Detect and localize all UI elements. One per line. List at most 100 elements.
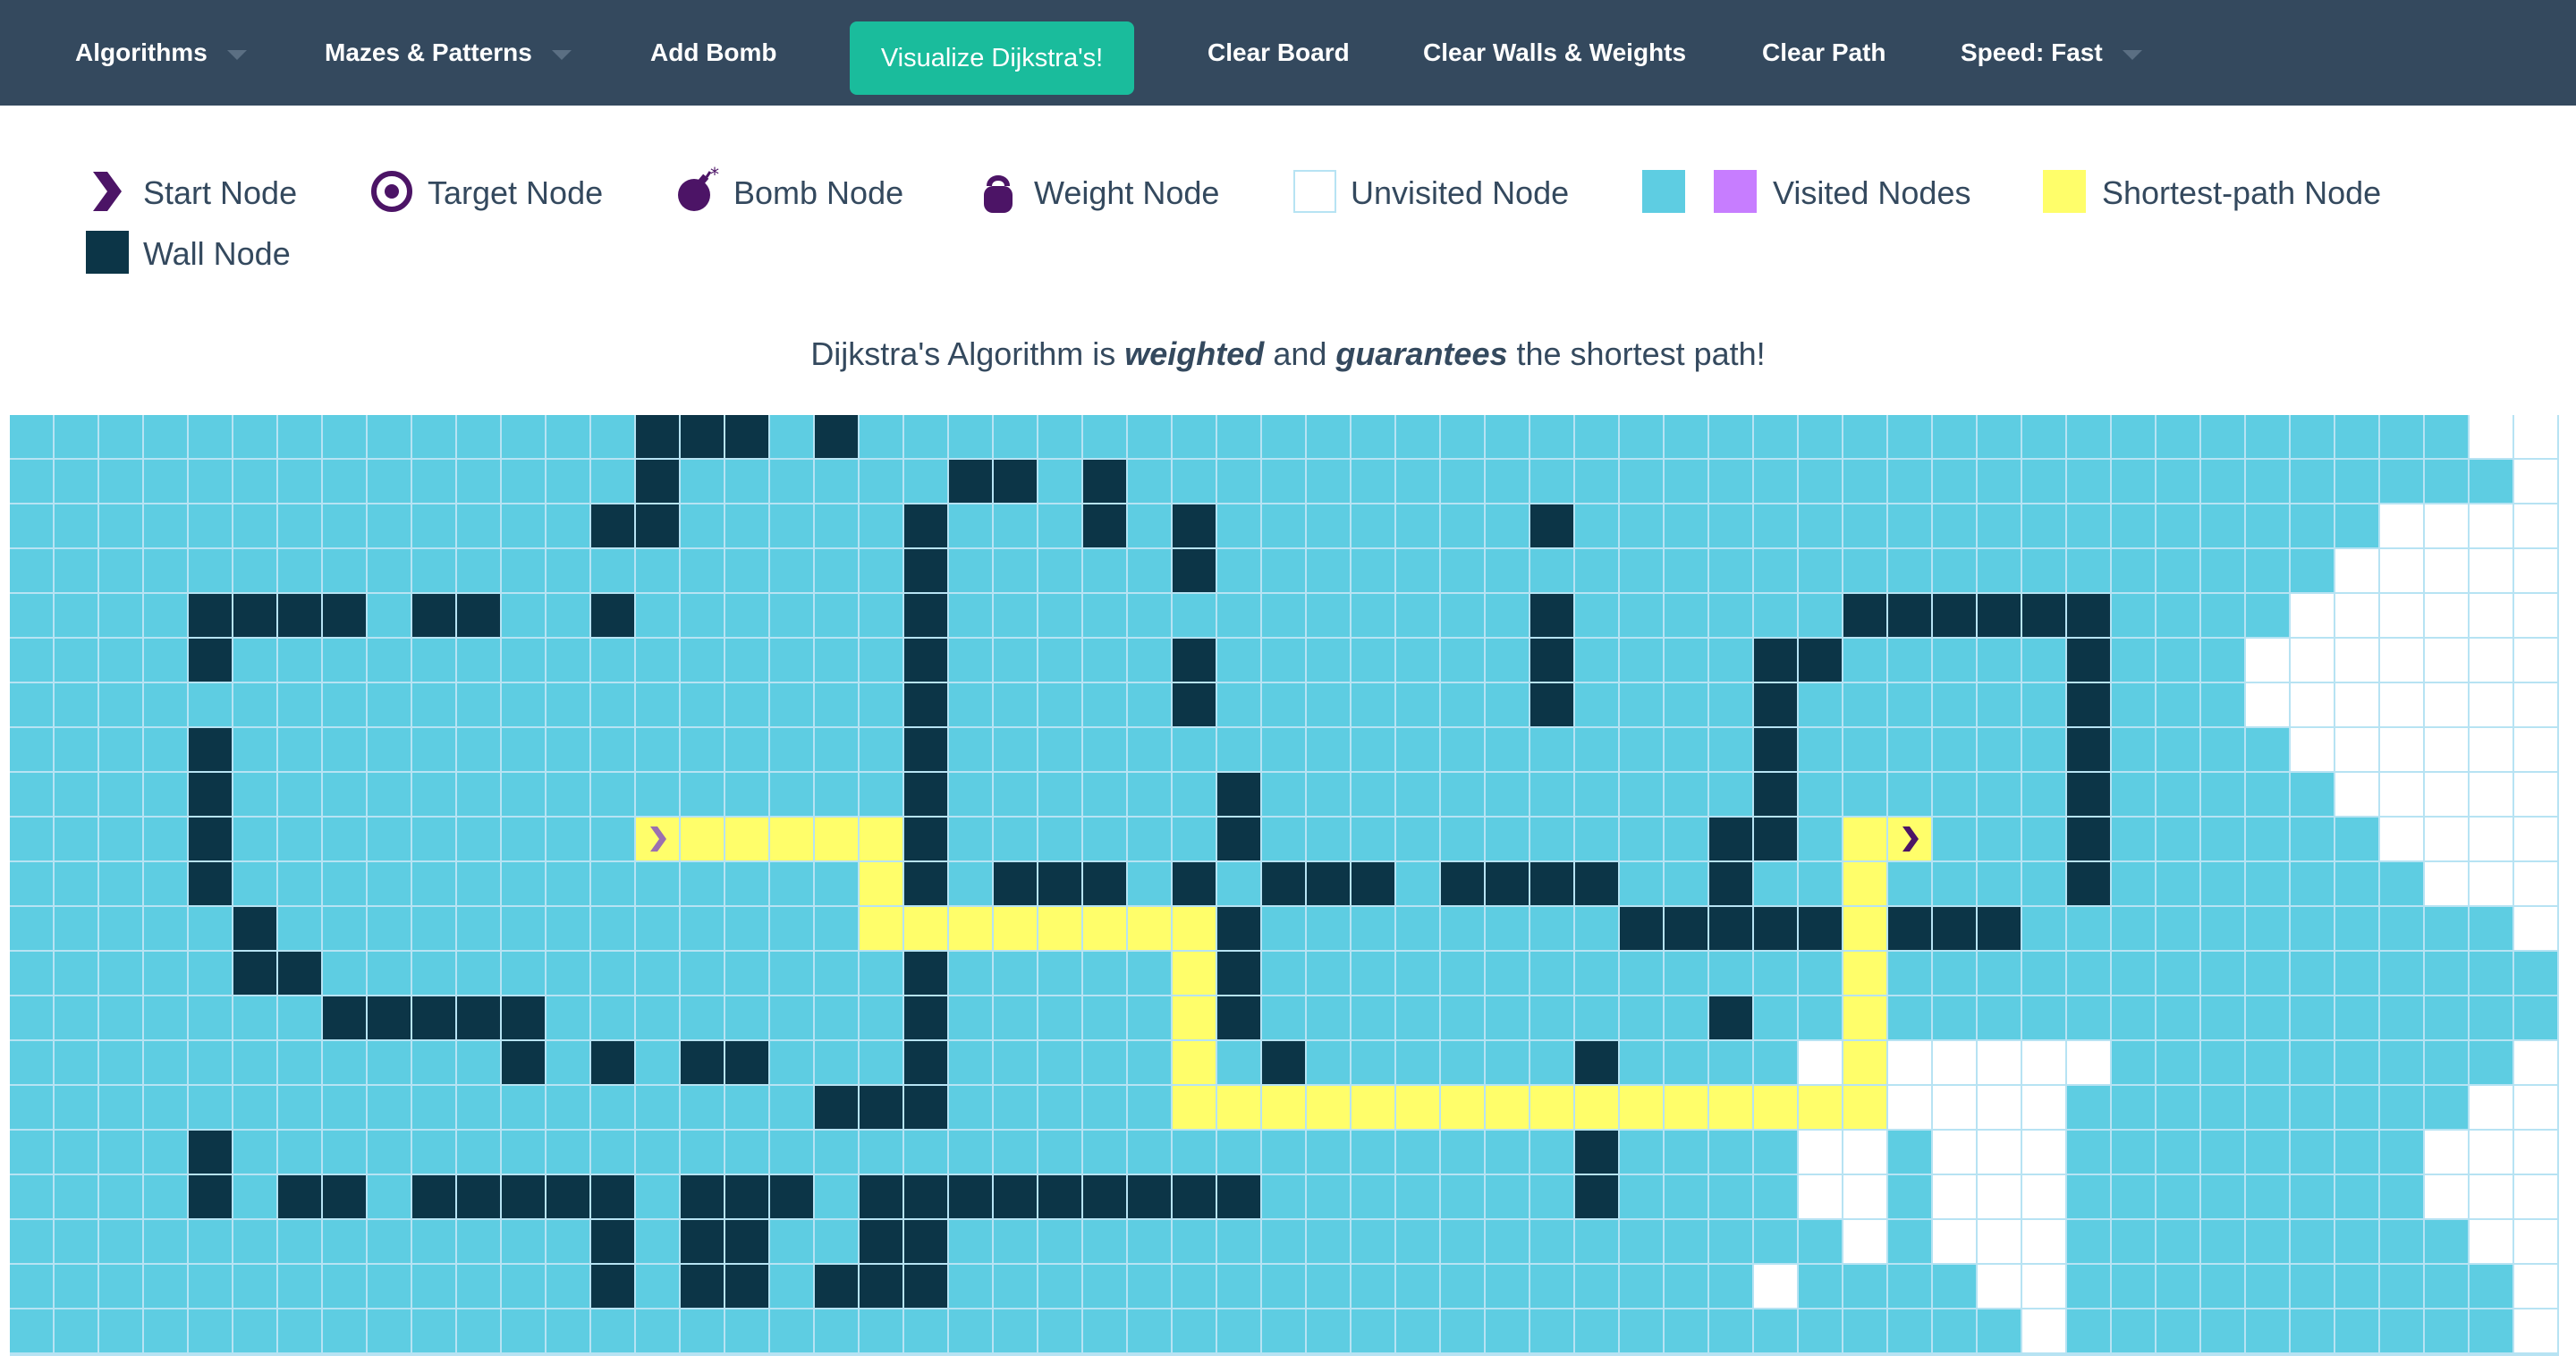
wall-cell[interactable] xyxy=(904,1265,947,1308)
visited-cell[interactable] xyxy=(55,952,97,995)
unvisited-cell[interactable] xyxy=(2335,773,2378,816)
visited-cell[interactable] xyxy=(189,460,232,503)
visited-cell[interactable] xyxy=(1799,1309,1842,1352)
visited-cell[interactable] xyxy=(2022,415,2065,458)
visited-cell[interactable] xyxy=(770,1220,813,1263)
visited-cell[interactable] xyxy=(1128,996,1171,1039)
visited-cell[interactable] xyxy=(1396,1220,1439,1263)
visited-cell[interactable] xyxy=(2067,996,2110,1039)
start-node[interactable] xyxy=(636,818,679,860)
unvisited-cell[interactable] xyxy=(2470,415,2512,458)
wall-cell[interactable] xyxy=(1217,952,1260,995)
wall-cell[interactable] xyxy=(1217,907,1260,950)
visited-cell[interactable] xyxy=(1754,460,1797,503)
visited-cell[interactable] xyxy=(2157,594,2199,637)
visited-cell[interactable] xyxy=(1530,818,1573,860)
visited-cell[interactable] xyxy=(636,1220,679,1263)
wall-cell[interactable] xyxy=(860,1220,902,1263)
visited-cell[interactable] xyxy=(1665,415,1707,458)
wall-cell[interactable] xyxy=(681,1265,724,1308)
visited-cell[interactable] xyxy=(2157,907,2199,950)
wall-cell[interactable] xyxy=(904,818,947,860)
visited-cell[interactable] xyxy=(591,683,634,726)
visited-cell[interactable] xyxy=(189,1041,232,1084)
unvisited-cell[interactable] xyxy=(2022,1086,2065,1129)
visited-cell[interactable] xyxy=(1486,1175,1529,1218)
visited-cell[interactable] xyxy=(323,862,366,905)
wall-cell[interactable] xyxy=(681,1041,724,1084)
visited-cell[interactable] xyxy=(457,639,500,682)
visited-cell[interactable] xyxy=(2112,907,2155,950)
wall-cell[interactable] xyxy=(278,952,321,995)
visited-cell[interactable] xyxy=(591,996,634,1039)
visited-cell[interactable] xyxy=(949,1131,992,1174)
visited-cell[interactable] xyxy=(1799,594,1842,637)
visited-cell[interactable] xyxy=(1173,1309,1216,1352)
visited-cell[interactable] xyxy=(457,1131,500,1174)
visited-cell[interactable] xyxy=(144,818,187,860)
unvisited-cell[interactable] xyxy=(2514,683,2557,726)
visited-cell[interactable] xyxy=(99,952,142,995)
path-cell[interactable] xyxy=(1173,952,1216,995)
visited-cell[interactable] xyxy=(99,594,142,637)
visited-cell[interactable] xyxy=(1307,1265,1350,1308)
visited-cell[interactable] xyxy=(725,862,768,905)
visited-cell[interactable] xyxy=(1083,952,1126,995)
visited-cell[interactable] xyxy=(1128,639,1171,682)
visited-cell[interactable] xyxy=(770,862,813,905)
visited-cell[interactable] xyxy=(1396,683,1439,726)
visited-cell[interactable] xyxy=(55,773,97,816)
wall-cell[interactable] xyxy=(1709,907,1752,950)
visited-cell[interactable] xyxy=(591,1131,634,1174)
visited-cell[interactable] xyxy=(10,862,53,905)
visited-cell[interactable] xyxy=(994,1041,1037,1084)
path-cell[interactable] xyxy=(1843,952,1886,995)
visited-cell[interactable] xyxy=(994,549,1037,592)
wall-cell[interactable] xyxy=(860,1175,902,1218)
visited-cell[interactable] xyxy=(815,862,858,905)
visited-cell[interactable] xyxy=(994,504,1037,547)
visited-cell[interactable] xyxy=(278,549,321,592)
visited-cell[interactable] xyxy=(457,728,500,771)
visited-cell[interactable] xyxy=(2201,862,2244,905)
visited-cell[interactable] xyxy=(2201,773,2244,816)
wall-cell[interactable] xyxy=(1173,639,1216,682)
visited-cell[interactable] xyxy=(1262,1175,1305,1218)
visited-cell[interactable] xyxy=(233,639,276,682)
visited-cell[interactable] xyxy=(55,1086,97,1129)
visited-cell[interactable] xyxy=(1307,415,1350,458)
visited-cell[interactable] xyxy=(1307,907,1350,950)
visited-cell[interactable] xyxy=(1128,1041,1171,1084)
visited-cell[interactable] xyxy=(1575,594,1618,637)
visited-cell[interactable] xyxy=(1530,1220,1573,1263)
visited-cell[interactable] xyxy=(1843,504,1886,547)
wall-cell[interactable] xyxy=(815,415,858,458)
visited-cell[interactable] xyxy=(144,594,187,637)
visited-cell[interactable] xyxy=(2246,504,2289,547)
visited-cell[interactable] xyxy=(1933,773,1976,816)
visited-cell[interactable] xyxy=(278,907,321,950)
visited-cell[interactable] xyxy=(2201,460,2244,503)
visited-cell[interactable] xyxy=(1888,1265,1931,1308)
unvisited-cell[interactable] xyxy=(2380,549,2423,592)
visited-cell[interactable] xyxy=(457,1041,500,1084)
visited-cell[interactable] xyxy=(815,728,858,771)
visited-cell[interactable] xyxy=(99,1175,142,1218)
unvisited-cell[interactable] xyxy=(2022,1175,2065,1218)
visited-cell[interactable] xyxy=(2291,1309,2334,1352)
visited-cell[interactable] xyxy=(2246,1131,2289,1174)
wall-cell[interactable] xyxy=(1575,862,1618,905)
visited-cell[interactable] xyxy=(1843,728,1886,771)
visited-cell[interactable] xyxy=(1978,818,2021,860)
unvisited-cell[interactable] xyxy=(2470,1086,2512,1129)
unvisited-cell[interactable] xyxy=(2470,549,2512,592)
wall-cell[interactable] xyxy=(1799,907,1842,950)
visited-cell[interactable] xyxy=(1665,549,1707,592)
visited-cell[interactable] xyxy=(368,415,411,458)
visited-cell[interactable] xyxy=(1843,639,1886,682)
visited-cell[interactable] xyxy=(1709,639,1752,682)
visited-cell[interactable] xyxy=(1396,504,1439,547)
visited-cell[interactable] xyxy=(547,996,589,1039)
visited-cell[interactable] xyxy=(2380,1220,2423,1263)
visited-cell[interactable] xyxy=(412,460,455,503)
